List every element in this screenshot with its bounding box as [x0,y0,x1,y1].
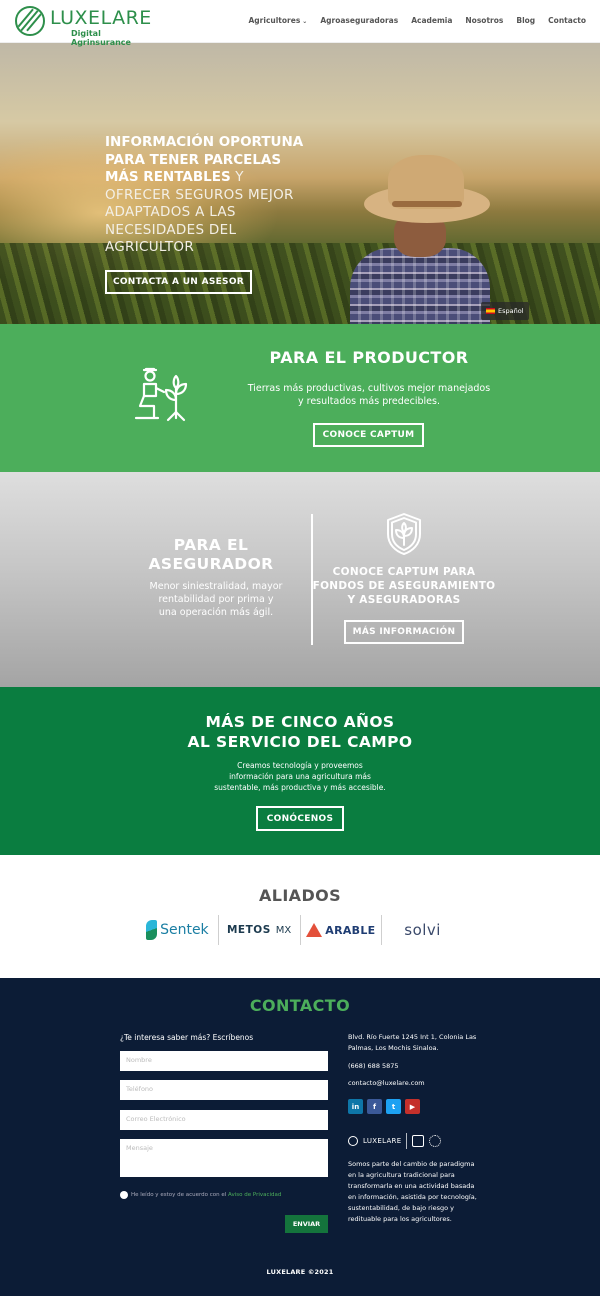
privacy-radio[interactable] [120,1191,128,1199]
partner-logo-arable[interactable]: ARABLE [299,915,382,945]
about-description: Creamos tecnología y proveemos informaci… [214,761,386,792]
privacy-consent: He leído y estoy de acuerdo con el Aviso… [120,1191,281,1199]
more-info-button[interactable]: MÁS INFORMACIÓN [344,620,464,644]
partner-seal-icon [429,1135,442,1147]
insurer-section: PARA EL ASEGURADOR Menor siniestralidad,… [0,472,600,687]
twitter-icon[interactable]: t [386,1099,401,1114]
language-switcher[interactable]: Español [481,302,529,320]
shield-plant-icon [387,513,421,555]
nav-academia[interactable]: Academia [411,16,452,25]
contact-title: CONTACTO [249,996,351,1015]
producer-description: Tierras más productivas, cultivos mejor … [247,383,491,407]
partner-logo-metos[interactable]: METOS MX [217,915,300,945]
partner-logos: Sentek METOS MX ARABLE solvi [137,915,463,945]
farmer-planting-icon [134,367,188,422]
chevron-down-icon: ⌄ [302,18,308,25]
youtube-icon[interactable]: ▶ [405,1099,420,1114]
footer-logos: LUXELARE [348,1133,442,1149]
nav-nosotros[interactable]: Nosotros [465,16,503,25]
contact-footer: CONTACTO ¿Te interesa saber más? Escríbe… [0,978,600,1296]
luxelare-mark-icon [348,1136,358,1146]
message-field[interactable]: Mensaje [120,1139,328,1177]
certification-badge-icon [412,1135,425,1147]
producer-title: PARA EL PRODUCTOR [269,348,469,367]
farmer-figure [350,248,490,324]
insurer-description: Menor siniestralidad, mayor rentabilidad… [149,581,283,618]
nav-blog[interactable]: Blog [516,16,535,25]
arable-triangle-icon [306,923,323,937]
partners-title: ALIADOS [258,886,342,905]
logo-wordmark: LUXELARE [50,7,152,29]
address: Blvd. Río Fuerte 1245 Int 1, Colonia Las… [348,1033,477,1052]
partners-section: ALIADOS Sentek METOS MX ARABLE solvi [0,855,600,978]
phone-number[interactable]: (668) 688 5875 [348,1062,399,1070]
partner-logo-solvi[interactable]: solvi [381,915,463,945]
conocenos-button[interactable]: CONÓCENOS [256,806,344,831]
producer-section: PARA EL PRODUCTOR Tierras más productiva… [0,324,600,472]
insurer-title: PARA EL ASEGURADOR [148,536,274,573]
nav-contacto[interactable]: Contacto [548,16,586,25]
email-address[interactable]: contacto@luxelare.com [348,1079,425,1087]
footer-logo-word: LUXELARE [363,1137,402,1145]
nav-agroaseguradoras[interactable]: Agroaseguradoras [320,16,398,25]
logo-tagline: Digital Agrinsurance [71,29,131,47]
hero-section: INFORMACIÓN OPORTUNA PARA TENER PARCELAS… [0,43,600,324]
name-field[interactable]: Nombre [120,1051,328,1071]
email-field[interactable]: Correo Electrónico [120,1110,328,1130]
luxelare-logo[interactable]: LUXELARE Digital Agrinsurance [15,5,155,47]
partner-logo-sentek[interactable]: Sentek [137,915,218,945]
farmer-hat-band [392,201,462,207]
spain-flag-icon [486,308,495,314]
linkedin-icon[interactable]: in [348,1099,363,1114]
logo-mark-icon [15,6,45,36]
contact-advisor-button[interactable]: CONTACTA A UN ASESOR [105,270,252,294]
social-links: in f t ▶ [348,1099,420,1114]
logo-separator [406,1133,408,1149]
about-section: MÁS DE CINCO AÑOS AL SERVICIO DEL CAMPO … [0,687,600,855]
contact-question: ¿Te interesa saber más? Escríbenos [120,1033,254,1042]
hero-headline: INFORMACIÓN OPORTUNA PARA TENER PARCELAS… [105,134,304,255]
about-title: MÁS DE CINCO AÑOS AL SERVICIO DEL CAMPO [187,713,413,751]
facebook-icon[interactable]: f [367,1099,382,1114]
main-nav: Agricultores ⌄ Agroaseguradoras Academia … [249,16,587,25]
conoce-captum-button[interactable]: CONOCE CAPTUM [313,423,424,447]
phone-field[interactable]: Teléfono [120,1080,328,1100]
send-button[interactable]: ENVIAR [285,1215,328,1233]
privacy-policy-link[interactable]: Aviso de Privacidad [228,1192,281,1198]
about-text: Somos parte del cambio de paradigma en l… [348,1160,477,1223]
insurer-captum-heading: CONOCE CAPTUM PARA FONDOS DE ASEGURAMIEN… [312,566,496,606]
site-header: LUXELARE Digital Agrinsurance Agricultor… [0,0,600,47]
sentek-mark-icon [146,920,158,940]
nav-agricultores[interactable]: Agricultores ⌄ [249,16,308,25]
copyright: LUXELARE ©2021 [266,1268,334,1276]
